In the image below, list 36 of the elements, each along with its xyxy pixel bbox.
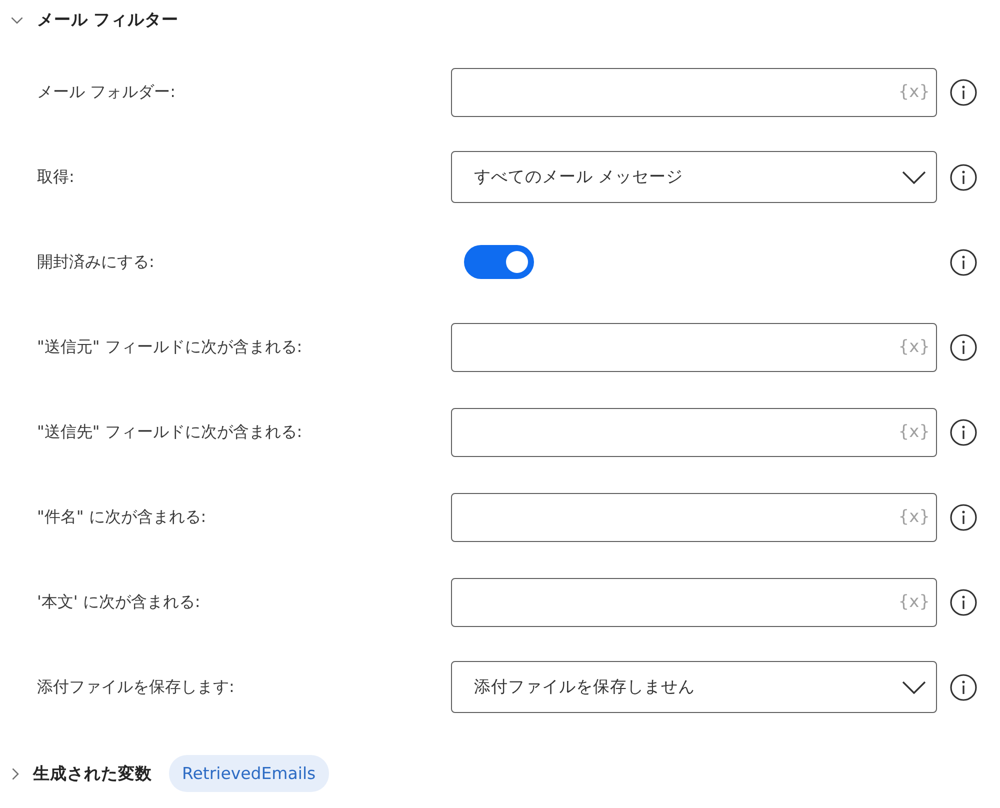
chevron-right-icon[interactable] bbox=[12, 768, 19, 780]
info-icon[interactable] bbox=[950, 418, 977, 446]
field-label: メール フォルダー: bbox=[37, 82, 176, 102]
chevron-down-icon[interactable] bbox=[11, 16, 23, 24]
field-label: 開封済みにする: bbox=[37, 252, 156, 272]
info-icon[interactable] bbox=[950, 504, 977, 530]
text-field[interactable]: {x} bbox=[451, 492, 937, 542]
field-label: 取得: bbox=[37, 166, 76, 188]
info-icon[interactable] bbox=[950, 588, 977, 616]
variable-button[interactable]: {x} bbox=[894, 82, 934, 102]
field-label: '本文' に次が含まれる: bbox=[37, 592, 202, 612]
chevron-down-icon bbox=[902, 170, 926, 184]
info-icon[interactable] bbox=[950, 78, 977, 106]
field-label: "送信元" フィールドに次が含まれる: bbox=[37, 336, 304, 358]
section-title: 生成された変数 bbox=[33, 762, 152, 784]
info-icon[interactable] bbox=[950, 674, 977, 700]
variable-button[interactable]: {x} bbox=[894, 592, 934, 612]
info-icon[interactable] bbox=[950, 334, 977, 360]
variable-button[interactable]: {x} bbox=[894, 422, 934, 442]
variable-button[interactable]: {x} bbox=[894, 507, 934, 527]
section-title: メール フィルター bbox=[37, 9, 179, 31]
field-label: 添付ファイルを保存します: bbox=[37, 676, 236, 698]
dropdown[interactable]: 添付ファイルを保存しません bbox=[451, 661, 937, 713]
text-field[interactable]: {x} bbox=[451, 68, 937, 116]
chevron-down-icon bbox=[902, 680, 926, 694]
text-field[interactable]: {x} bbox=[451, 322, 937, 372]
text-field[interactable]: {x} bbox=[451, 578, 937, 626]
variable-tag[interactable]: RetrievedEmails bbox=[169, 755, 329, 792]
info-icon[interactable] bbox=[950, 248, 977, 276]
variable-button[interactable]: {x} bbox=[894, 337, 934, 357]
field-label: "送信先" フィールドに次が含まれる: bbox=[37, 422, 304, 442]
info-icon[interactable] bbox=[950, 164, 977, 190]
toggle-switch[interactable] bbox=[464, 245, 534, 279]
dropdown[interactable]: すべてのメール メッセージ bbox=[451, 151, 937, 203]
field-label: "件名" に次が含まれる: bbox=[37, 506, 208, 528]
text-field[interactable]: {x} bbox=[451, 408, 937, 456]
